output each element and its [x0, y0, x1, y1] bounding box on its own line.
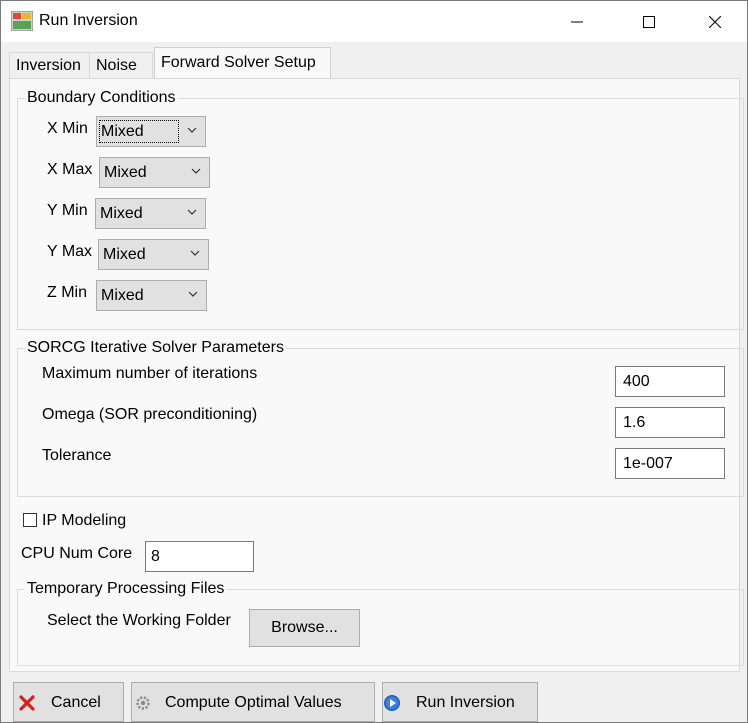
chevron-down-icon: [191, 168, 201, 174]
cpu-num-core-input[interactable]: 8: [145, 541, 254, 572]
y-max-label: Y Max: [47, 243, 93, 260]
maximize-icon: [643, 15, 655, 28]
window-title: Run Inversion: [39, 12, 138, 29]
temp-files-title: Temporary Processing Files: [25, 580, 227, 598]
temp-files-group: Temporary Processing Files Select the Wo…: [17, 580, 744, 666]
run-icon: [384, 695, 400, 711]
y-min-label: Y Min: [47, 202, 88, 219]
tab-inversion[interactable]: Inversion: [9, 52, 90, 79]
close-icon: [709, 15, 721, 28]
cancel-button[interactable]: Cancel: [13, 682, 124, 722]
x-min-label: X Min: [47, 120, 88, 137]
y-min-select[interactable]: Mixed: [95, 198, 206, 229]
max-iterations-label: Maximum number of iterations: [42, 365, 258, 382]
maximize-button[interactable]: [626, 1, 672, 42]
sorcg-solver-title: SORCG Iterative Solver Parameters: [25, 339, 286, 357]
close-button[interactable]: [692, 1, 738, 42]
minimize-button[interactable]: [554, 1, 600, 42]
cpu-num-core-label: CPU Num Core: [21, 545, 133, 562]
chevron-down-icon: [187, 127, 197, 133]
chevron-down-icon: [190, 250, 200, 256]
z-min-label: Z Min: [47, 284, 87, 301]
ip-modeling-checkbox[interactable]: [23, 513, 37, 527]
x-min-select[interactable]: Mixed: [96, 116, 206, 147]
tolerance-input[interactable]: 1e-007: [615, 448, 725, 479]
app-icon: [11, 11, 33, 31]
ip-modeling-label[interactable]: IP Modeling: [42, 512, 126, 530]
working-folder-label: Select the Working Folder: [47, 612, 231, 629]
tab-noise[interactable]: Noise: [89, 52, 153, 79]
max-iterations-input[interactable]: 400: [615, 366, 725, 397]
z-min-select[interactable]: Mixed: [96, 280, 207, 311]
run-inversion-button[interactable]: Run Inversion: [382, 682, 538, 722]
omega-input[interactable]: 1.6: [615, 407, 725, 438]
run-inversion-window: Run Inversion Inversion Noise Forward So…: [0, 0, 748, 723]
chevron-down-icon: [187, 209, 197, 215]
gear-icon: [136, 696, 150, 710]
cancel-x-icon: [19, 695, 35, 711]
x-max-select[interactable]: Mixed: [99, 157, 210, 188]
compute-optimal-values-button[interactable]: Compute Optimal Values: [131, 682, 375, 722]
forward-solver-panel: Boundary Conditions X Min Mixed X Max Mi…: [9, 78, 744, 672]
minimize-icon: [571, 21, 583, 22]
y-max-select[interactable]: Mixed: [98, 239, 209, 270]
sorcg-solver-group: SORCG Iterative Solver Parameters Maximu…: [17, 339, 744, 497]
x-max-label: X Max: [47, 161, 93, 178]
title-bar[interactable]: Run Inversion: [1, 1, 747, 42]
omega-label: Omega (SOR preconditioning): [42, 406, 258, 423]
boundary-conditions-group: Boundary Conditions X Min Mixed X Max Mi…: [17, 89, 744, 330]
boundary-conditions-title: Boundary Conditions: [25, 89, 178, 107]
browse-button[interactable]: Browse...: [249, 609, 360, 647]
chevron-down-icon: [188, 291, 198, 297]
tab-forward-solver-setup[interactable]: Forward Solver Setup: [154, 47, 331, 79]
tolerance-label: Tolerance: [42, 447, 112, 464]
